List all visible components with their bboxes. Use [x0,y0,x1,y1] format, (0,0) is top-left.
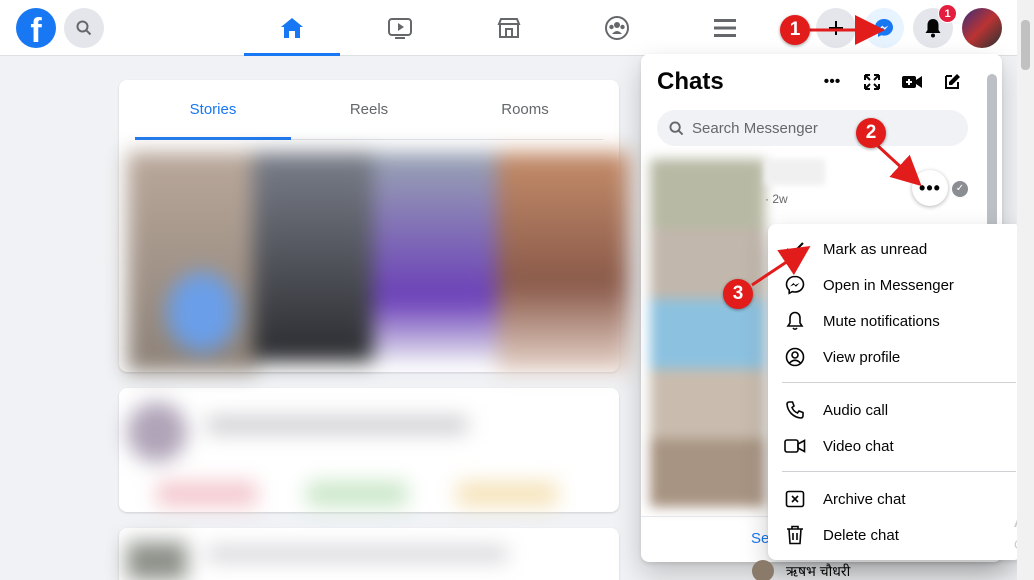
avatar [752,560,774,580]
contact-name: ऋषभ चौधरी [786,562,851,579]
blurred-stories-content [127,152,629,580]
more-dots-icon: ••• [919,177,941,198]
search-button[interactable] [64,8,104,48]
annotation-step-2: 2 [856,118,886,148]
phone-icon [784,399,806,421]
chat-timestamp: · 2w [765,192,788,206]
new-message-button[interactable] [938,68,966,96]
expand-icon [864,74,880,90]
nav-tab-marketplace[interactable] [461,0,557,56]
menu-divider [782,382,1016,383]
menu-item-audio-call[interactable]: Audio call [776,392,1016,428]
nav-tab-groups[interactable] [569,0,665,56]
nav-tab-watch[interactable] [352,0,448,56]
search-icon [76,20,92,36]
messenger-button[interactable] [864,8,904,48]
expand-button[interactable] [858,68,886,96]
nav-tab-home[interactable] [244,0,340,56]
menu-item-open-in-messenger[interactable]: Open in Messenger [776,267,1016,303]
marketplace-icon [497,18,521,38]
stories-tabs: Stories Reels Rooms [135,80,603,140]
tab-reels[interactable]: Reels [291,80,447,139]
search-icon [669,120,684,135]
hamburger-icon [714,19,736,37]
annotation-step-3: 3 [723,279,753,309]
chats-options-button[interactable]: ••• [818,68,846,96]
check-icon [784,238,806,260]
tab-rooms[interactable]: Rooms [447,80,603,139]
annotation-step-1: 1 [780,15,810,45]
nav-tab-menu[interactable] [677,0,773,56]
bell-icon [784,310,806,332]
menu-item-label: Audio call [823,401,889,419]
chat-more-options-button[interactable]: ••• [912,170,948,206]
page-scrollbar[interactable] [1017,0,1034,580]
messenger-icon [784,274,806,296]
profile-icon [784,346,806,368]
facebook-logo[interactable]: f [16,8,56,48]
menu-item-view-profile[interactable]: View profile [776,339,1016,375]
menu-item-video-chat[interactable]: Video chat [776,428,1016,464]
chat-context-menu: Mark as unread Open in Messenger Mute no… [768,224,1022,560]
menu-item-delete-chat[interactable]: Delete chat [776,517,1016,553]
top-navbar: f 1 [0,0,1034,56]
profile-avatar[interactable] [962,8,1002,48]
tab-stories[interactable]: Stories [135,80,291,140]
menu-item-label: Open in Messenger [823,276,954,294]
home-icon [281,18,303,38]
menu-item-archive-chat[interactable]: Archive chat [776,481,1016,517]
messenger-icon [875,19,893,37]
bell-icon [925,19,941,38]
archive-icon [784,488,806,510]
chats-title: Chats [657,68,724,95]
contact-list-item[interactable]: ऋषभ चौधरी [752,560,850,580]
menu-item-label: Mute notifications [823,312,940,330]
groups-icon [605,16,629,40]
video-icon [784,435,806,457]
search-placeholder: Search Messenger [692,119,818,137]
notification-badge: 1 [938,4,957,23]
trash-icon [784,524,806,546]
search-messenger-input[interactable]: Search Messenger [657,110,968,146]
menu-item-label: View profile [823,348,901,366]
read-check-icon: ✓ [952,181,968,197]
notifications-button[interactable]: 1 [913,4,957,48]
blurred-chat-name [765,159,825,185]
menu-item-label: Mark as unread [823,240,928,258]
blurred-chat-list [650,159,765,507]
watch-icon [388,18,412,39]
see-all-in-messenger-link[interactable]: Se [751,530,769,547]
new-video-room-button[interactable] [898,68,926,96]
compose-icon [945,74,960,89]
menu-item-label: Delete chat [823,526,899,544]
more-dots-icon: ••• [823,73,841,90]
menu-item-mark-as-unread[interactable]: Mark as unread [776,231,1016,267]
plus-icon [829,21,843,35]
menu-divider [782,471,1016,472]
create-button[interactable] [816,8,856,48]
menu-item-label: Video chat [823,437,894,455]
menu-item-mute-notifications[interactable]: Mute notifications [776,303,1016,339]
menu-item-label: Archive chat [823,490,906,508]
video-plus-icon [902,76,922,88]
page-scrollbar-thumb[interactable] [1021,20,1030,70]
